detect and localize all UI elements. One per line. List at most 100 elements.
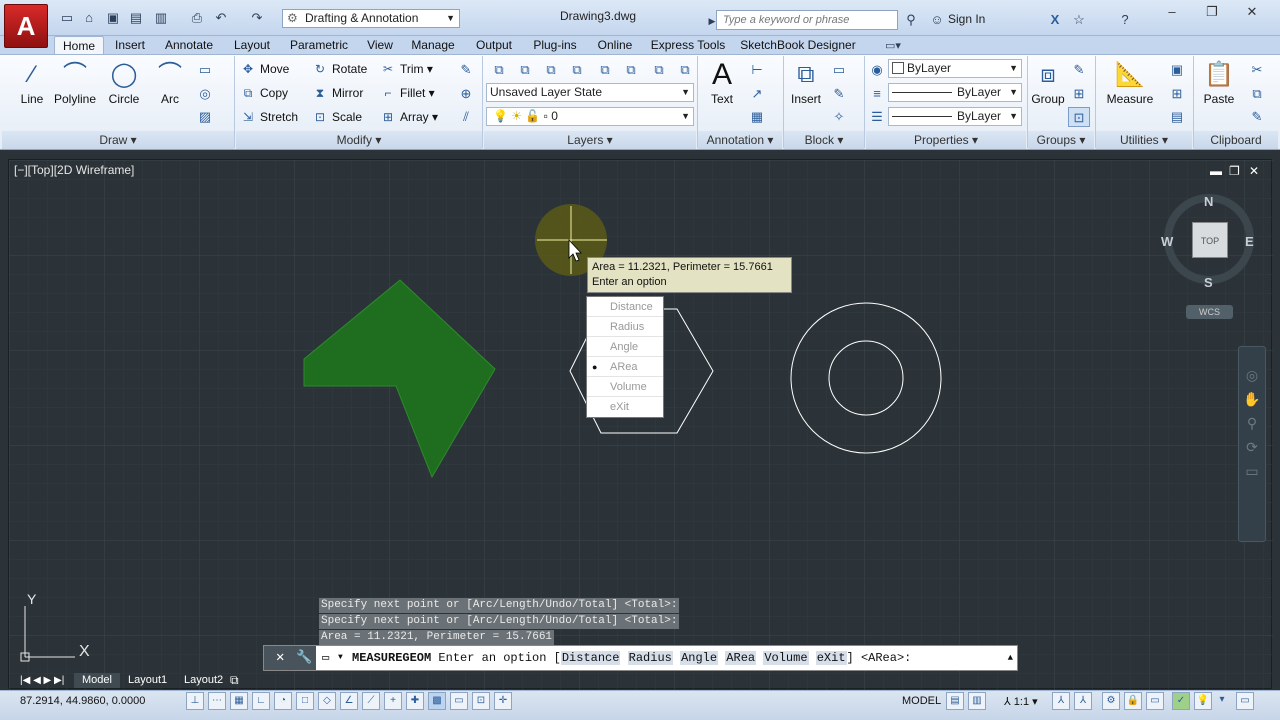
draw-panel-title[interactable]: Draw ▾ bbox=[2, 131, 234, 149]
block-panel-title[interactable]: Block ▾ bbox=[784, 131, 864, 149]
sign-in-link[interactable]: Sign In bbox=[948, 12, 985, 26]
layer-isolate-icon[interactable]: ⧉ bbox=[540, 60, 562, 80]
tab-layout2[interactable]: Layout2 bbox=[182, 673, 225, 688]
copy-button[interactable]: ⧉ Copy bbox=[240, 84, 288, 102]
tab-sketchbook-designer[interactable]: SketchBook Designer bbox=[738, 36, 858, 55]
orbit-icon[interactable]: ⟳ bbox=[1239, 435, 1265, 459]
ribbon-toggle-icon[interactable]: ▭▾ bbox=[884, 37, 902, 55]
snap-mode-icon[interactable]: ⋯ bbox=[208, 692, 226, 710]
trim-button[interactable]: ✂ Trim ▾ bbox=[380, 60, 433, 78]
viewport-minimize-icon[interactable]: ▬ bbox=[1210, 164, 1222, 178]
group-edit-icon[interactable]: ⊞ bbox=[1068, 84, 1090, 104]
coordinate-readout[interactable]: 87.2914, 44.9860, 0.0000 bbox=[20, 695, 145, 707]
table-icon[interactable]: ▦ bbox=[746, 107, 768, 127]
open-icon[interactable]: ⌂ bbox=[80, 9, 98, 27]
explode-icon[interactable]: ⊕ bbox=[455, 84, 477, 104]
rotate-button[interactable]: ↻ Rotate bbox=[312, 60, 367, 78]
grid-display-icon[interactable]: ▦ bbox=[230, 692, 248, 710]
annotation-visibility-icon[interactable]: ⅄ bbox=[1052, 692, 1070, 710]
mirror-button[interactable]: ⧗ Mirror bbox=[312, 84, 364, 102]
tab-parametric[interactable]: Parametric bbox=[284, 36, 354, 55]
command-history-toggle-icon[interactable]: ▲ bbox=[1008, 646, 1013, 670]
minimize-icon[interactable]: – bbox=[1160, 3, 1184, 21]
option-area[interactable]: ARea bbox=[587, 357, 663, 377]
workspace-switching-icon[interactable]: ⚙ bbox=[1102, 692, 1120, 710]
option-radius[interactable]: Radius bbox=[587, 317, 663, 337]
option-distance[interactable]: Distance bbox=[587, 297, 663, 317]
quick-select-icon[interactable]: ▣ bbox=[1166, 60, 1188, 80]
steering-wheel-icon[interactable]: ◎ bbox=[1239, 363, 1265, 387]
annotation-panel-title[interactable]: Annotation ▾ bbox=[698, 131, 782, 149]
viewport-close-icon[interactable]: ✕ bbox=[1249, 164, 1259, 178]
compass-east[interactable]: E bbox=[1245, 234, 1254, 249]
close-command-icon[interactable]: ✕ bbox=[276, 646, 284, 670]
transparency-icon[interactable]: ▩ bbox=[428, 692, 446, 710]
scale-button[interactable]: ⊡ Scale bbox=[312, 108, 362, 126]
plot-preview-icon[interactable]: ▥ bbox=[152, 9, 170, 27]
command-option-area[interactable]: ARea bbox=[725, 651, 757, 665]
tab-layout[interactable]: Layout bbox=[228, 36, 276, 55]
group-button[interactable]: ⧈ Group bbox=[1030, 58, 1066, 106]
binoculars-icon[interactable]: ⚲ bbox=[902, 11, 920, 29]
model-space-toggle[interactable]: MODEL bbox=[902, 695, 941, 707]
lock-ui-icon[interactable]: 🔒 bbox=[1124, 692, 1142, 710]
text-button[interactable]: A Text bbox=[702, 58, 742, 106]
annotation-monitor-icon[interactable]: ✛ bbox=[494, 692, 512, 710]
command-option-angle[interactable]: Angle bbox=[680, 651, 719, 665]
paste-button[interactable]: 📋 Paste bbox=[1198, 58, 1240, 106]
leader-icon[interactable]: ↗ bbox=[746, 84, 768, 104]
lineweight-toggle-icon[interactable]: ✚ bbox=[406, 692, 424, 710]
ortho-mode-icon[interactable]: ∟ bbox=[252, 692, 270, 710]
group-selection-icon[interactable]: ⊡ bbox=[1068, 107, 1090, 127]
tab-online[interactable]: Online bbox=[592, 36, 638, 55]
insert-block-button[interactable]: ⧉ Insert bbox=[788, 58, 824, 106]
measure-button[interactable]: 📐 Measure bbox=[1100, 58, 1160, 106]
utilities-panel-title[interactable]: Utilities ▾ bbox=[1096, 131, 1192, 149]
new-icon[interactable]: ▭ bbox=[58, 9, 76, 27]
layer-properties-icon[interactable]: ⧉ bbox=[488, 60, 510, 80]
match-properties-icon[interactable]: ✎ bbox=[1246, 107, 1268, 127]
dynamic-input-icon[interactable]: + bbox=[384, 692, 402, 710]
wcs-menu[interactable]: WCS bbox=[1186, 305, 1233, 319]
compass-north[interactable]: N bbox=[1204, 194, 1213, 209]
new-layout-icon[interactable]: ⧉ bbox=[230, 673, 239, 688]
annotation-scale[interactable]: ⅄ 1:1 ▾ bbox=[1004, 695, 1038, 708]
workspace-switcher[interactable]: ⚙ Drafting & Annotation ▼ bbox=[282, 9, 460, 28]
dimension-icon[interactable]: ⊢ bbox=[746, 60, 768, 80]
layer-states-icon[interactable]: ⧉ bbox=[514, 60, 536, 80]
command-option-volume[interactable]: Volume bbox=[763, 651, 809, 665]
move-button[interactable]: ✥ Move bbox=[240, 60, 289, 78]
cut-icon[interactable]: ✂ bbox=[1246, 60, 1268, 80]
selection-cycling-icon[interactable]: ⊡ bbox=[472, 692, 490, 710]
command-option-exit[interactable]: eXit bbox=[815, 651, 847, 665]
lightbulb-status-icon[interactable]: 💡 bbox=[1194, 692, 1212, 710]
command-option-radius[interactable]: Radius bbox=[627, 651, 673, 665]
undo-icon[interactable]: ↶ bbox=[212, 9, 230, 27]
viewport-controls-label[interactable]: [−][Top][2D Wireframe] bbox=[14, 163, 134, 177]
isolate-objects-icon[interactable]: ✓ bbox=[1172, 692, 1190, 710]
command-option-distance[interactable]: Distance bbox=[560, 651, 621, 665]
linetype-dropdown[interactable]: ByLayer ▼ bbox=[888, 83, 1022, 102]
tab-home[interactable]: Home bbox=[54, 36, 104, 55]
object-snap-icon[interactable]: □ bbox=[296, 692, 314, 710]
edit-block-icon[interactable]: ✎ bbox=[828, 84, 850, 104]
tab-insert[interactable]: Insert bbox=[110, 36, 150, 55]
hardware-acceleration-icon[interactable]: ▭ bbox=[1146, 692, 1164, 710]
command-line[interactable]: ✕ 🔧 ▭ ▼ MEASUREGEOM Enter an option [Dis… bbox=[263, 645, 1018, 671]
rectangle-icon[interactable]: ▭ bbox=[194, 60, 216, 80]
arc-button[interactable]: ⌒ Arc bbox=[152, 58, 188, 106]
layer-freeze-icon[interactable]: ⧉ bbox=[566, 60, 588, 80]
fillet-button[interactable]: ⌐ Fillet ▾ bbox=[380, 84, 434, 102]
lineweight-icon[interactable]: ≡ bbox=[866, 84, 888, 104]
status-menu-icon[interactable]: ▾ bbox=[1216, 692, 1228, 710]
color-dropdown[interactable]: ByLayer ▼ bbox=[888, 59, 1022, 78]
auto-scale-icon[interactable]: ⅄ bbox=[1074, 692, 1092, 710]
line-button[interactable]: ⁄ Line bbox=[14, 58, 50, 106]
wrench-icon[interactable]: 🔧 bbox=[296, 646, 312, 670]
allow-ucs-icon[interactable]: ⟋ bbox=[362, 692, 380, 710]
modify-panel-title[interactable]: Modify ▾ bbox=[236, 131, 482, 149]
3d-object-snap-icon[interactable]: ◇ bbox=[318, 692, 336, 710]
viewcube-top-face[interactable]: TOP bbox=[1192, 222, 1228, 258]
color-wheel-icon[interactable]: ◉ bbox=[866, 60, 888, 80]
tab-output[interactable]: Output bbox=[470, 36, 518, 55]
